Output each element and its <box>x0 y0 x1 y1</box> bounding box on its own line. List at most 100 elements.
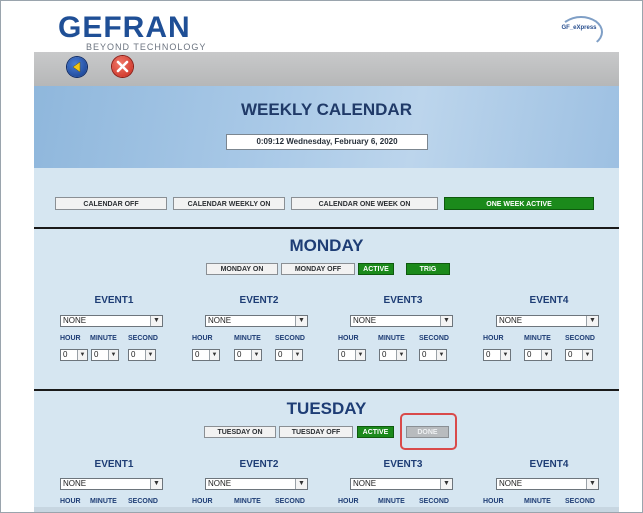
chevron-down-icon: ▼ <box>150 479 162 489</box>
hour-select[interactable]: 0 ▼ <box>483 349 511 361</box>
event-select[interactable]: NONE ▼ <box>60 315 163 327</box>
chevron-down-icon: ▼ <box>586 316 598 326</box>
event-title: EVENT2 <box>239 459 279 470</box>
hour-select[interactable]: 0 ▼ <box>60 349 88 361</box>
tuesday-off-button[interactable]: TUESDAY OFF <box>279 426 353 438</box>
minute-label: MINUTE <box>378 498 405 505</box>
second-select[interactable]: 0 ▼ <box>419 349 447 361</box>
calendar-one-week-on-button[interactable]: CALENDAR ONE WEEK ON <box>291 197 438 210</box>
second-label: SECOND <box>565 498 595 505</box>
second-value: 0 <box>131 350 136 359</box>
calendar-off-button[interactable]: CALENDAR OFF <box>55 197 167 210</box>
tagline: BEYOND TECHNOLOGY <box>86 42 207 52</box>
second-select[interactable]: 0 ▼ <box>275 349 303 361</box>
hour-select[interactable]: 0 ▼ <box>192 349 220 361</box>
monday-on-button[interactable]: MONDAY ON <box>206 263 278 275</box>
second-value: 0 <box>422 350 427 359</box>
screenshot-frame: GEFRAN BEYOND TECHNOLOGY GF_eXpress WEEK… <box>0 0 643 513</box>
event-title: EVENT3 <box>383 295 423 306</box>
second-label: SECOND <box>275 498 305 505</box>
tuesday-title: TUESDAY <box>286 399 367 418</box>
minute-select[interactable]: 0 ▼ <box>91 349 119 361</box>
second-value: 0 <box>568 350 573 359</box>
express-logo: GF_eXpress <box>551 16 607 48</box>
second-label: SECOND <box>275 335 305 342</box>
event-select[interactable]: NONE ▼ <box>350 478 453 490</box>
chevron-down-icon: ▼ <box>396 350 406 360</box>
tuesday-active-indicator: ACTIVE <box>357 426 394 438</box>
minute-select[interactable]: 0 ▼ <box>524 349 552 361</box>
title-banner <box>34 86 619 168</box>
second-label: SECOND <box>419 335 449 342</box>
chevron-down-icon: ▼ <box>108 350 118 360</box>
event-select[interactable]: NONE ▼ <box>350 315 453 327</box>
minute-select[interactable]: 0 ▼ <box>234 349 262 361</box>
second-value: 0 <box>278 350 283 359</box>
select-value: NONE <box>208 316 232 325</box>
event-select[interactable]: NONE ▼ <box>60 478 163 490</box>
logo-swoosh-icon <box>559 16 603 48</box>
second-label: SECOND <box>565 335 595 342</box>
close-x-icon[interactable] <box>112 56 133 77</box>
event-select[interactable]: NONE ▼ <box>496 478 599 490</box>
event-select[interactable]: NONE ▼ <box>205 315 308 327</box>
event-title: EVENT4 <box>529 459 569 470</box>
calendar-page: GEFRAN BEYOND TECHNOLOGY GF_eXpress WEEK… <box>34 12 619 512</box>
chevron-down-icon: ▼ <box>355 350 365 360</box>
minute-label: MINUTE <box>234 498 261 505</box>
minute-label: MINUTE <box>90 498 117 505</box>
event-title: EVENT4 <box>529 295 569 306</box>
chevron-down-icon: ▼ <box>440 479 452 489</box>
datetime-display: 0:09:12 Wednesday, February 6, 2020 <box>226 134 428 150</box>
monday-title: MONDAY <box>289 236 364 255</box>
highlight-box <box>400 413 457 450</box>
event-title: EVENT1 <box>94 459 134 470</box>
minute-label: MINUTE <box>524 498 551 505</box>
chevron-down-icon: ▼ <box>295 479 307 489</box>
hour-value: 0 <box>63 350 68 359</box>
event-select[interactable]: NONE ▼ <box>205 478 308 490</box>
gefran-logo: GEFRAN <box>58 12 191 44</box>
minute-label: MINUTE <box>234 335 261 342</box>
app-header: GEFRAN BEYOND TECHNOLOGY GF_eXpress <box>34 12 619 52</box>
chevron-down-icon: ▼ <box>145 350 155 360</box>
chevron-down-icon: ▼ <box>292 350 302 360</box>
hour-select[interactable]: 0 ▼ <box>338 349 366 361</box>
chevron-down-icon: ▼ <box>251 350 261 360</box>
hour-label: HOUR <box>60 498 81 505</box>
minute-label: MINUTE <box>524 335 551 342</box>
chevron-down-icon: ▼ <box>500 350 510 360</box>
chevron-down-icon: ▼ <box>150 316 162 326</box>
select-value: NONE <box>499 479 523 488</box>
monday-active-indicator: ACTIVE <box>358 263 394 275</box>
select-value: NONE <box>63 316 87 325</box>
select-value: NONE <box>499 316 523 325</box>
chevron-down-icon: ▼ <box>209 350 219 360</box>
event-title: EVENT3 <box>383 459 423 470</box>
monday-off-button[interactable]: MONDAY OFF <box>281 263 355 275</box>
calendar-weekly-on-button[interactable]: CALENDAR WEEKLY ON <box>173 197 285 210</box>
tuesday-on-button[interactable]: TUESDAY ON <box>204 426 276 438</box>
second-select[interactable]: 0 ▼ <box>128 349 156 361</box>
select-value: NONE <box>63 479 87 488</box>
hour-label: HOUR <box>192 335 213 342</box>
select-value: NONE <box>353 479 377 488</box>
chevron-down-icon: ▼ <box>436 350 446 360</box>
chevron-down-icon: ▼ <box>295 316 307 326</box>
scroll-edge <box>34 507 619 512</box>
section-divider <box>34 389 619 391</box>
section-divider <box>34 227 619 229</box>
back-arrow-icon[interactable] <box>67 57 87 77</box>
minute-select[interactable]: 0 ▼ <box>379 349 407 361</box>
chevron-down-icon: ▼ <box>586 479 598 489</box>
chevron-down-icon: ▼ <box>77 350 87 360</box>
event-title: EVENT1 <box>94 295 134 306</box>
monday-trig-indicator: TRIG <box>406 263 450 275</box>
event-select[interactable]: NONE ▼ <box>496 315 599 327</box>
minute-label: MINUTE <box>378 335 405 342</box>
second-label: SECOND <box>419 498 449 505</box>
hour-label: HOUR <box>483 335 504 342</box>
hour-label: HOUR <box>483 498 504 505</box>
select-value: NONE <box>208 479 232 488</box>
second-select[interactable]: 0 ▼ <box>565 349 593 361</box>
